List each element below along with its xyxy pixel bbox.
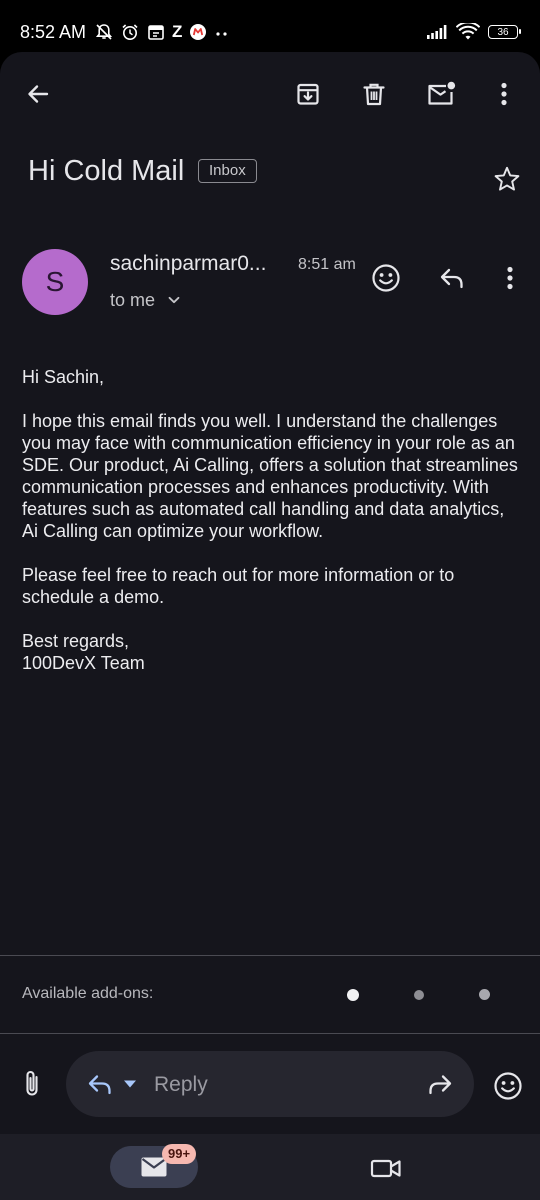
addons-label: Available add-ons: bbox=[22, 985, 154, 1002]
body-paragraph: I hope this email finds you well. I unde… bbox=[22, 411, 518, 541]
divider bbox=[0, 1033, 540, 1034]
body-signoff: Best regards, bbox=[22, 631, 130, 651]
sent-time: 8:51 am bbox=[298, 256, 356, 273]
addon-dot-active[interactable] bbox=[347, 989, 359, 1001]
reply-icon bbox=[440, 268, 463, 289]
message-more-button[interactable] bbox=[496, 258, 524, 298]
archive-icon bbox=[297, 83, 319, 105]
reply-placeholder: Reply bbox=[154, 1073, 208, 1096]
email-view: Hi Cold Mail Inbox S sachinparmar0... 8:… bbox=[0, 52, 540, 1200]
sender-avatar[interactable]: S bbox=[22, 249, 88, 315]
alarm-icon bbox=[122, 24, 138, 40]
inbox-label-chip[interactable]: Inbox bbox=[198, 159, 257, 183]
paperclip-icon bbox=[26, 1071, 38, 1096]
status-time: 8:52 AM bbox=[20, 22, 87, 42]
unread-count-badge: 99+ bbox=[162, 1144, 197, 1164]
mark-unread-button[interactable] bbox=[420, 74, 462, 114]
signal-icon bbox=[427, 25, 447, 39]
trash-icon bbox=[363, 83, 385, 106]
body-greeting: Hi Sachin, bbox=[22, 367, 105, 387]
body-paragraph: Please feel free to reach out for more i… bbox=[22, 565, 455, 607]
reply-button[interactable] bbox=[432, 258, 472, 298]
battery-level: 36 bbox=[497, 26, 509, 38]
reply-icon bbox=[88, 1075, 111, 1095]
body-signature: 100DevX Team bbox=[22, 653, 145, 673]
muted-bell-icon bbox=[95, 24, 113, 40]
delete-button[interactable] bbox=[354, 74, 394, 114]
more-notifications-icon bbox=[216, 32, 227, 36]
more-vert-icon bbox=[501, 82, 507, 106]
battery-indicator: 36 bbox=[488, 25, 521, 39]
more-options-button[interactable] bbox=[488, 74, 520, 114]
status-bar: 8:52 AM Z 36 bbox=[0, 0, 540, 52]
archive-button[interactable] bbox=[288, 74, 328, 114]
calendar-icon bbox=[148, 25, 164, 40]
recipient-details-toggle[interactable]: to me bbox=[110, 288, 181, 312]
arrow-back-icon bbox=[28, 85, 49, 103]
react-emoji-button[interactable] bbox=[366, 258, 406, 298]
more-vert-icon bbox=[507, 266, 513, 290]
divider bbox=[0, 955, 540, 956]
nav-mail-tab[interactable]: 99+ bbox=[110, 1144, 198, 1188]
notification-letter: Z bbox=[172, 22, 183, 41]
attach-button[interactable] bbox=[14, 1064, 50, 1104]
star-button[interactable] bbox=[488, 160, 526, 198]
email-body: Hi Sachin, I hope this email finds you w… bbox=[22, 366, 522, 674]
bottom-navigation: 99+ bbox=[0, 1134, 540, 1200]
star-outline-icon bbox=[494, 166, 520, 191]
composer-emoji-button[interactable] bbox=[488, 1066, 528, 1106]
wifi-icon bbox=[456, 23, 480, 40]
mail-unread-icon bbox=[428, 81, 456, 105]
nav-meet-tab[interactable] bbox=[364, 1148, 408, 1188]
sender-name[interactable]: sachinparmar0... bbox=[110, 251, 266, 277]
addon-dot[interactable] bbox=[414, 990, 424, 1000]
video-camera-icon bbox=[370, 1159, 401, 1178]
status-system-icons: 36 bbox=[426, 20, 521, 44]
emoji-icon bbox=[494, 1072, 522, 1100]
reply-composer[interactable]: Reply bbox=[66, 1051, 474, 1117]
back-button[interactable] bbox=[18, 74, 58, 114]
status-notification-icons: Z bbox=[94, 20, 230, 44]
chevron-down-icon bbox=[168, 296, 180, 304]
emoji-icon bbox=[372, 264, 400, 292]
forward-icon[interactable] bbox=[426, 1071, 454, 1097]
addon-dot[interactable] bbox=[479, 989, 490, 1000]
app-notification-icon bbox=[190, 24, 207, 40]
recipient-label: to me bbox=[110, 289, 156, 310]
caret-down-icon[interactable] bbox=[122, 1077, 138, 1091]
sender-initial: S bbox=[45, 266, 65, 297]
email-subject: Hi Cold Mail bbox=[28, 155, 185, 187]
